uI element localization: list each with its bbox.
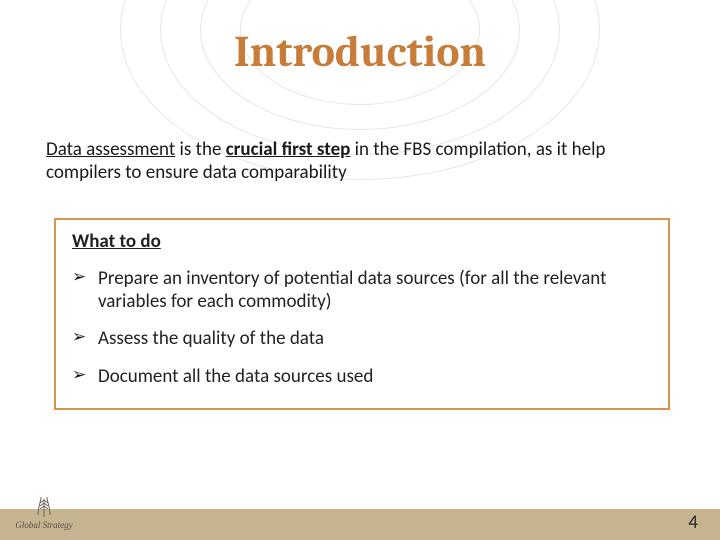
intro-paragraph: Data assessment is the crucial first ste… (46, 138, 674, 184)
footer-logo: Global Strategy (14, 493, 74, 530)
intro-text-2: is the (175, 138, 225, 161)
footer-bar (0, 509, 720, 540)
box-heading: What to do (72, 230, 652, 253)
list-item: Prepare an inventory of potential data s… (72, 267, 652, 313)
logo-caption: Global Strategy (14, 520, 74, 530)
intro-underline-1: Data assessment (46, 138, 175, 161)
wheat-icon (27, 493, 61, 519)
page-number: 4 (688, 511, 698, 534)
list-item: Document all the data sources used (72, 365, 652, 388)
slide-title: Introduction (0, 26, 720, 77)
what-to-do-box: What to do Prepare an inventory of poten… (54, 218, 670, 410)
box-list: Prepare an inventory of potential data s… (72, 267, 652, 388)
list-item: Assess the quality of the data (72, 327, 652, 350)
intro-bold-underline: crucial first step (226, 138, 351, 161)
